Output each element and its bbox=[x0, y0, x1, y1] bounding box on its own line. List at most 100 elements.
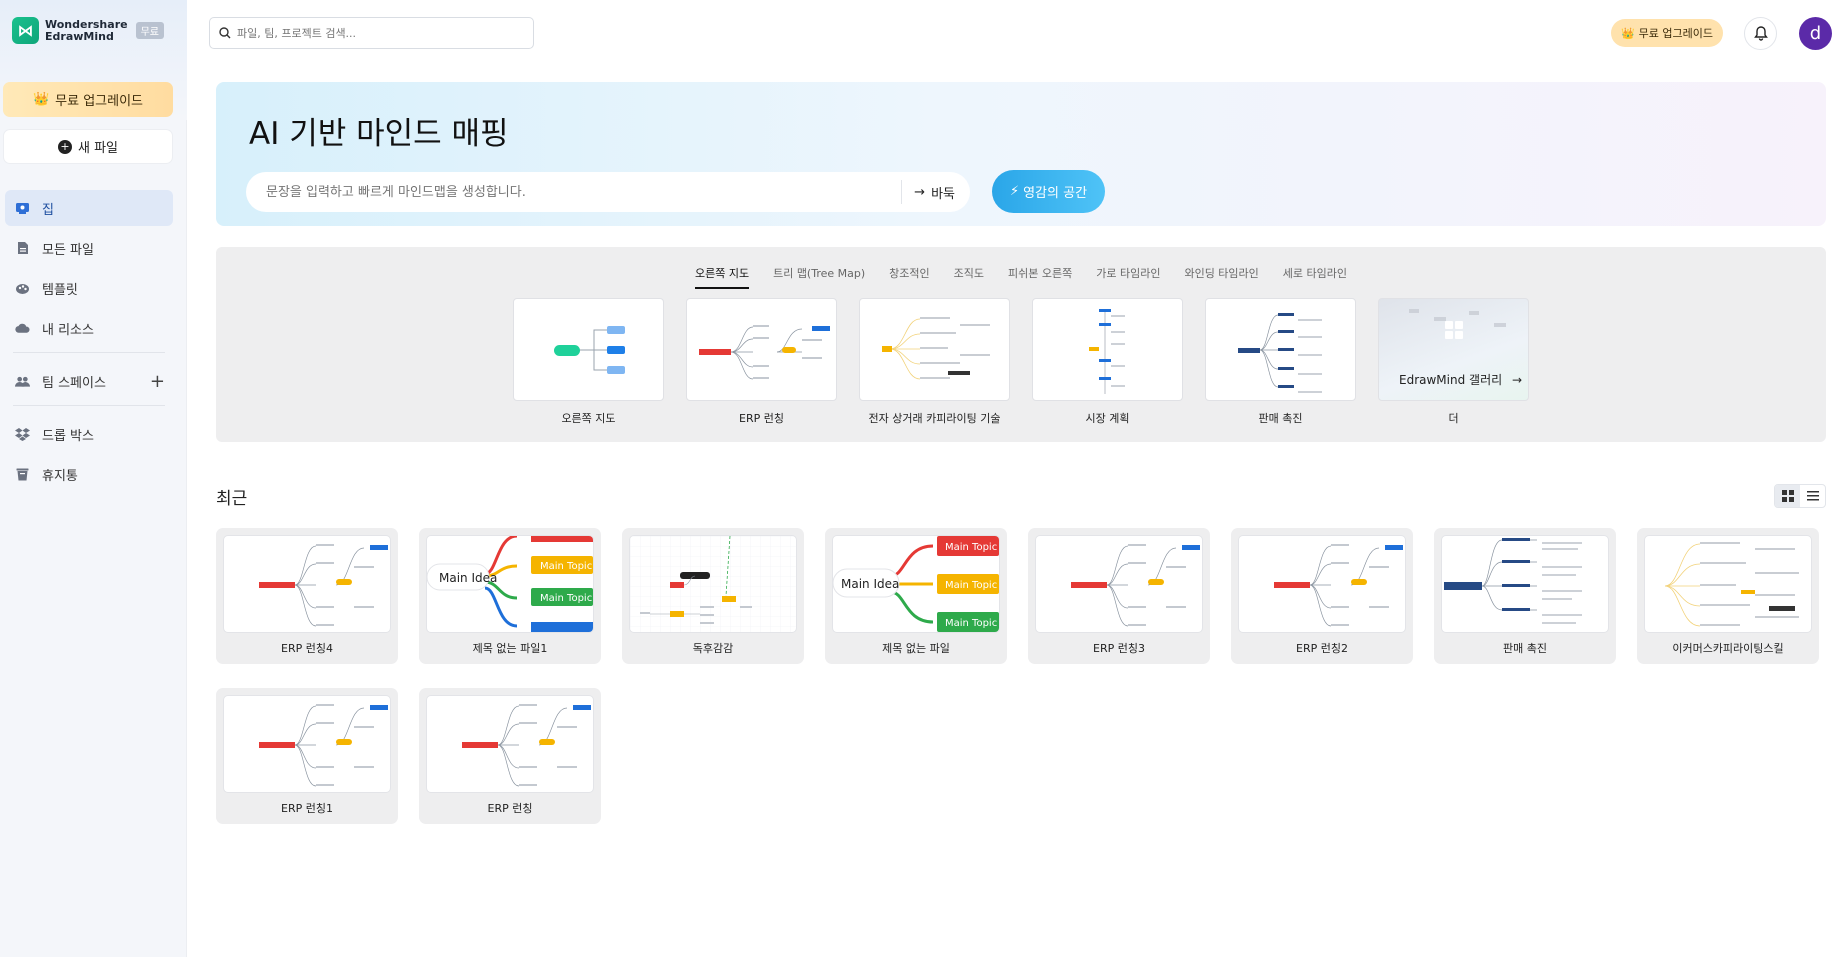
recent-file-card[interactable]: ERP 런칭1 bbox=[216, 688, 398, 824]
template-section: 오른쪽 지도 트리 맵(Tree Map) 창조적인 조직도 피쉬본 오른쪽 가… bbox=[216, 247, 1826, 442]
template-card-list: 오른쪽 지도 ERP 런칭 전자 상거래 카피라이팅 기술 시장 계획 판매 촉… bbox=[513, 298, 1529, 426]
arrow-right-icon: → bbox=[914, 184, 926, 200]
recent-file-card[interactable]: ERP 런칭2 bbox=[1231, 528, 1413, 664]
gallery-thumbnail: EdrawMind 갤러리 → bbox=[1378, 298, 1529, 401]
recent-section-title: 최근 bbox=[216, 489, 248, 509]
file-name: 독후감감 bbox=[692, 642, 734, 655]
file-name: 이커머스카피라이팅스킬 bbox=[1672, 642, 1784, 655]
recent-file-card[interactable]: Main Idea Main Topic Main Topic Main Top… bbox=[825, 528, 1007, 664]
sidebar-upgrade-button[interactable]: 👑 무료 업그레이드 bbox=[3, 82, 173, 117]
file-name: 판매 촉진 bbox=[1503, 642, 1547, 655]
view-toggle bbox=[1774, 484, 1826, 508]
thumb-main-idea: Main Idea bbox=[439, 571, 497, 585]
template-label: 더 bbox=[1448, 412, 1459, 425]
bell-icon bbox=[1753, 26, 1768, 41]
new-file-button[interactable]: + 새 파일 bbox=[3, 129, 173, 164]
recent-file-card[interactable]: ERP 런칭3 bbox=[1028, 528, 1210, 664]
tab-org-chart[interactable]: 조직도 bbox=[954, 265, 984, 289]
recent-file-grid: ERP 런칭4 Main Idea Main Topic Main Topic bbox=[216, 528, 1826, 824]
thumb-main-topic: Main Topic bbox=[945, 542, 997, 553]
recent-file-card[interactable]: 이커머스카피라이팅스킬 bbox=[1637, 528, 1819, 664]
template-card[interactable]: 시장 계획 bbox=[1032, 298, 1183, 426]
search-input[interactable] bbox=[237, 26, 517, 40]
file-thumbnail: Main Idea Main Topic Main Topic Main Top… bbox=[832, 535, 1000, 633]
recent-file-card[interactable]: 독후감감 bbox=[622, 528, 804, 664]
sidebar-nav: 집 모든 파일 템플릿 내 리소스 팀 스페이스 + 드롭 박스 휴지통 bbox=[5, 190, 173, 496]
template-thumbnail bbox=[1205, 298, 1356, 401]
sidebar-item-all-files[interactable]: 모든 파일 bbox=[5, 230, 173, 266]
thumb-main-idea: Main Idea bbox=[841, 577, 899, 591]
recent-file-card[interactable]: Main Idea Main Topic Main Topic 제목 없는 파일… bbox=[419, 528, 601, 664]
team-icon bbox=[15, 374, 30, 389]
template-card-more[interactable]: EdrawMind 갤러리 → 더 bbox=[1378, 298, 1529, 426]
file-thumbnail bbox=[1238, 535, 1406, 633]
cloud-icon bbox=[15, 321, 30, 336]
ai-generate-button[interactable]: → 바둑 bbox=[901, 180, 955, 204]
recent-file-card[interactable]: ERP 런칭4 bbox=[216, 528, 398, 664]
sidebar-item-label: 내 리소스 bbox=[42, 322, 94, 338]
crown-icon: 👑 bbox=[32, 92, 50, 107]
plus-circle-icon: + bbox=[57, 139, 72, 154]
brand-line1: Wondershare bbox=[45, 17, 128, 31]
sidebar-item-team-space[interactable]: 팀 스페이스 + bbox=[5, 363, 173, 399]
tab-fishbone-right[interactable]: 피쉬본 오른쪽 bbox=[1008, 265, 1072, 289]
tab-horizontal-timeline[interactable]: 가로 타임라인 bbox=[1096, 265, 1160, 289]
ai-prompt-box[interactable]: → 바둑 bbox=[246, 172, 970, 212]
tab-vertical-timeline[interactable]: 세로 타임라인 bbox=[1283, 265, 1347, 289]
lightning-icon: ⚡ bbox=[1009, 184, 1020, 199]
list-view-button[interactable] bbox=[1800, 485, 1825, 507]
nav-divider bbox=[13, 352, 165, 353]
sidebar-item-templates[interactable]: 템플릿 bbox=[5, 270, 173, 306]
notification-button[interactable] bbox=[1744, 17, 1777, 50]
sidebar-item-home[interactable]: 집 bbox=[5, 190, 173, 226]
template-tabs: 오른쪽 지도 트리 맵(Tree Map) 창조적인 조직도 피쉬본 오른쪽 가… bbox=[216, 265, 1826, 289]
template-label: 전자 상거래 카피라이팅 기술 bbox=[868, 412, 1001, 425]
ai-prompt-input[interactable] bbox=[266, 184, 886, 200]
template-card[interactable]: 전자 상거래 카피라이팅 기술 bbox=[859, 298, 1010, 426]
thumb-main-topic: Main Topic bbox=[945, 580, 997, 591]
file-thumbnail bbox=[223, 695, 391, 793]
template-thumbnail bbox=[859, 298, 1010, 401]
file-thumbnail: Main Idea Main Topic Main Topic bbox=[426, 535, 594, 633]
template-card[interactable]: 판매 촉진 bbox=[1205, 298, 1356, 426]
ai-banner: AI 기반 마인드 매핑 → 바둑 ⚡ 영감의 공간 bbox=[216, 82, 1826, 226]
tab-right-map[interactable]: 오른쪽 지도 bbox=[694, 265, 750, 289]
file-thumbnail bbox=[223, 535, 391, 633]
file-name: 제목 없는 파일1 bbox=[472, 642, 548, 655]
gallery-link[interactable]: EdrawMind 갤러리 → bbox=[1399, 371, 1522, 388]
template-label: 오른쪽 지도 bbox=[561, 412, 616, 425]
brand-line2: EdrawMind bbox=[45, 29, 114, 43]
crown-icon: 👑 bbox=[1620, 26, 1635, 40]
template-card[interactable]: ERP 런칭 bbox=[686, 298, 837, 426]
sidebar-item-my-resources[interactable]: 내 리소스 bbox=[5, 310, 173, 346]
add-team-icon[interactable]: + bbox=[150, 371, 165, 392]
file-icon bbox=[15, 241, 30, 256]
app-logo[interactable]: ⋈ Wondershare EdrawMind 무료 bbox=[12, 17, 164, 44]
template-label: ERP 런칭 bbox=[739, 412, 784, 425]
tab-tree-map[interactable]: 트리 맵(Tree Map) bbox=[773, 265, 865, 289]
recent-file-card[interactable]: 판매 촉진 bbox=[1434, 528, 1616, 664]
plan-badge: 무료 bbox=[135, 22, 164, 39]
file-thumbnail bbox=[426, 695, 594, 793]
gallery-label: EdrawMind 갤러리 bbox=[1399, 373, 1503, 387]
tab-winding-timeline[interactable]: 와인딩 타임라인 bbox=[1184, 265, 1258, 289]
recent-file-card[interactable]: ERP 런칭 bbox=[419, 688, 601, 824]
search-icon bbox=[219, 27, 231, 39]
sidebar-item-label: 휴지통 bbox=[42, 468, 78, 484]
grid-view-button[interactable] bbox=[1775, 485, 1800, 507]
search-bar[interactable] bbox=[209, 17, 534, 49]
sidebar-item-trash[interactable]: 휴지통 bbox=[5, 456, 173, 492]
top-upgrade-button[interactable]: 👑 무료 업그레이드 bbox=[1611, 19, 1723, 47]
top-upgrade-label: 무료 업그레이드 bbox=[1638, 27, 1714, 40]
trash-icon bbox=[15, 467, 30, 482]
file-thumbnail bbox=[629, 535, 797, 633]
user-avatar[interactable]: d bbox=[1799, 17, 1832, 50]
template-thumbnail bbox=[513, 298, 664, 401]
dropbox-icon bbox=[15, 427, 30, 442]
sidebar-item-dropbox[interactable]: 드롭 박스 bbox=[5, 416, 173, 452]
template-label: 시장 계획 bbox=[1085, 412, 1130, 425]
tab-creative[interactable]: 창조적인 bbox=[889, 265, 929, 289]
template-icon bbox=[15, 281, 30, 296]
template-card[interactable]: 오른쪽 지도 bbox=[513, 298, 664, 426]
inspiration-space-button[interactable]: ⚡ 영감의 공간 bbox=[992, 170, 1105, 213]
